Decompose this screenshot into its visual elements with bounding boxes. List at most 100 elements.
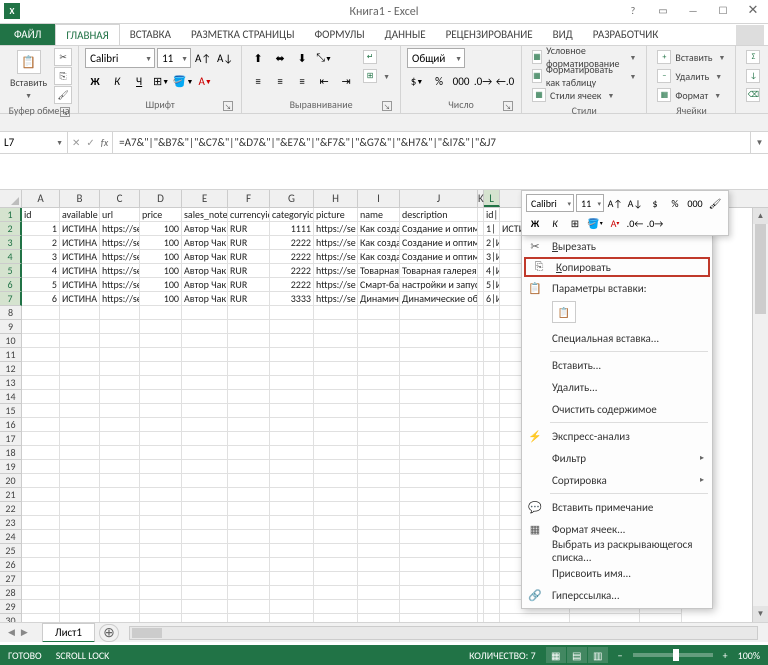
cell[interactable] — [358, 474, 400, 488]
cell[interactable] — [314, 516, 358, 530]
scroll-up-button[interactable]: ▲ — [753, 208, 768, 224]
cell[interactable] — [400, 488, 478, 502]
cell[interactable] — [140, 362, 182, 376]
ctx-cut[interactable]: ✂Вырезать — [522, 235, 712, 257]
cell[interactable] — [270, 446, 314, 460]
shrink-font-button[interactable]: A↓ — [215, 48, 235, 68]
cell[interactable] — [358, 502, 400, 516]
cell[interactable] — [484, 600, 500, 614]
cell[interactable] — [400, 544, 478, 558]
cell[interactable] — [182, 558, 228, 572]
cell[interactable]: Динамические объ — [400, 292, 478, 306]
row-header-23[interactable]: 23 — [0, 516, 22, 530]
italic-button[interactable]: К — [107, 71, 127, 91]
scroll-down-button[interactable]: ▼ — [753, 606, 768, 622]
cell[interactable] — [400, 600, 478, 614]
cell[interactable] — [22, 530, 60, 544]
mini-font-color[interactable]: A▾ — [606, 214, 624, 232]
cell[interactable] — [358, 432, 400, 446]
cell[interactable] — [60, 306, 100, 320]
cell[interactable] — [60, 502, 100, 516]
cell[interactable] — [228, 530, 270, 544]
cell[interactable] — [270, 488, 314, 502]
cell[interactable]: Автор Чак — [182, 264, 228, 278]
row-header-18[interactable]: 18 — [0, 446, 22, 460]
cell[interactable] — [100, 446, 140, 460]
new-sheet-button[interactable]: ⊕ — [99, 624, 119, 642]
cell[interactable] — [484, 586, 500, 600]
cell[interactable] — [314, 306, 358, 320]
cell[interactable] — [358, 530, 400, 544]
bold-button[interactable]: Ж — [85, 71, 105, 91]
col-header-G[interactable]: G — [270, 190, 314, 207]
cell[interactable] — [228, 586, 270, 600]
mini-dec-decimal[interactable]: .0→ — [646, 214, 664, 232]
cell[interactable] — [358, 390, 400, 404]
row-header-7[interactable]: 7 — [0, 292, 22, 306]
cell[interactable]: 6|И — [484, 292, 500, 306]
cell[interactable]: Автор Чак — [182, 278, 228, 292]
cell[interactable]: Как созда — [358, 236, 400, 250]
cell[interactable] — [22, 586, 60, 600]
cell[interactable]: ИСТИНА — [60, 264, 100, 278]
cell[interactable]: RUR — [228, 292, 270, 306]
cell[interactable] — [358, 460, 400, 474]
cell[interactable] — [140, 320, 182, 334]
cell[interactable] — [358, 488, 400, 502]
ctx-insert[interactable]: Вставить... — [522, 354, 712, 376]
cell[interactable] — [228, 432, 270, 446]
cell[interactable] — [22, 376, 60, 390]
cell[interactable] — [314, 488, 358, 502]
align-right-button[interactable]: ≡ — [292, 71, 312, 91]
minimize-button[interactable]: — — [678, 0, 708, 20]
indent-dec-button[interactable]: ⇤ — [314, 71, 334, 91]
cell[interactable]: 2222 — [270, 278, 314, 292]
cell[interactable]: 1111 — [270, 222, 314, 236]
cell[interactable]: RUR — [228, 264, 270, 278]
cell[interactable]: Автор Чак — [182, 250, 228, 264]
cell[interactable] — [314, 600, 358, 614]
cell[interactable]: Создание и оптими — [400, 236, 478, 250]
cell[interactable]: 100 — [140, 250, 182, 264]
cell[interactable] — [270, 362, 314, 376]
formula-bar[interactable]: =A7&"|"&B7&"|"&C7&"|"&D7&"|"&E7&"|"&F7&"… — [113, 132, 750, 153]
cell[interactable] — [182, 348, 228, 362]
cell-styles-button[interactable]: ▦Стили ячеек▼ — [528, 86, 640, 104]
cell[interactable] — [358, 516, 400, 530]
cell[interactable] — [22, 362, 60, 376]
cell[interactable] — [484, 432, 500, 446]
cell[interactable] — [400, 516, 478, 530]
cell[interactable] — [60, 334, 100, 348]
cell[interactable] — [228, 376, 270, 390]
cell[interactable] — [314, 572, 358, 586]
row-header-8[interactable]: 8 — [0, 306, 22, 320]
sheet-nav-prev[interactable]: ◀ — [8, 627, 15, 638]
cell[interactable] — [314, 418, 358, 432]
mini-font-combo[interactable]: Calibri▾ — [526, 194, 574, 212]
cell[interactable]: https://se — [314, 236, 358, 250]
cell[interactable] — [182, 502, 228, 516]
cell[interactable] — [100, 502, 140, 516]
cell[interactable] — [400, 572, 478, 586]
tab-view[interactable]: ВИД — [543, 24, 583, 45]
col-header-D[interactable]: D — [140, 190, 182, 207]
percent-button[interactable]: % — [429, 71, 449, 91]
cell[interactable] — [60, 586, 100, 600]
row-header-9[interactable]: 9 — [0, 320, 22, 334]
cell[interactable] — [484, 572, 500, 586]
cell[interactable] — [484, 390, 500, 404]
cell[interactable] — [182, 446, 228, 460]
number-launcher[interactable]: ↘ — [503, 101, 513, 111]
row-header-24[interactable]: 24 — [0, 530, 22, 544]
cell[interactable]: 100 — [140, 292, 182, 306]
align-middle-button[interactable]: ⬌ — [270, 48, 290, 68]
col-header-E[interactable]: E — [182, 190, 228, 207]
cell[interactable] — [270, 586, 314, 600]
cell[interactable] — [60, 362, 100, 376]
row-header-17[interactable]: 17 — [0, 432, 22, 446]
cell[interactable] — [484, 530, 500, 544]
cell[interactable] — [100, 600, 140, 614]
cell[interactable]: 2222 — [270, 264, 314, 278]
row-header-6[interactable]: 6 — [0, 278, 22, 292]
row-header-22[interactable]: 22 — [0, 502, 22, 516]
